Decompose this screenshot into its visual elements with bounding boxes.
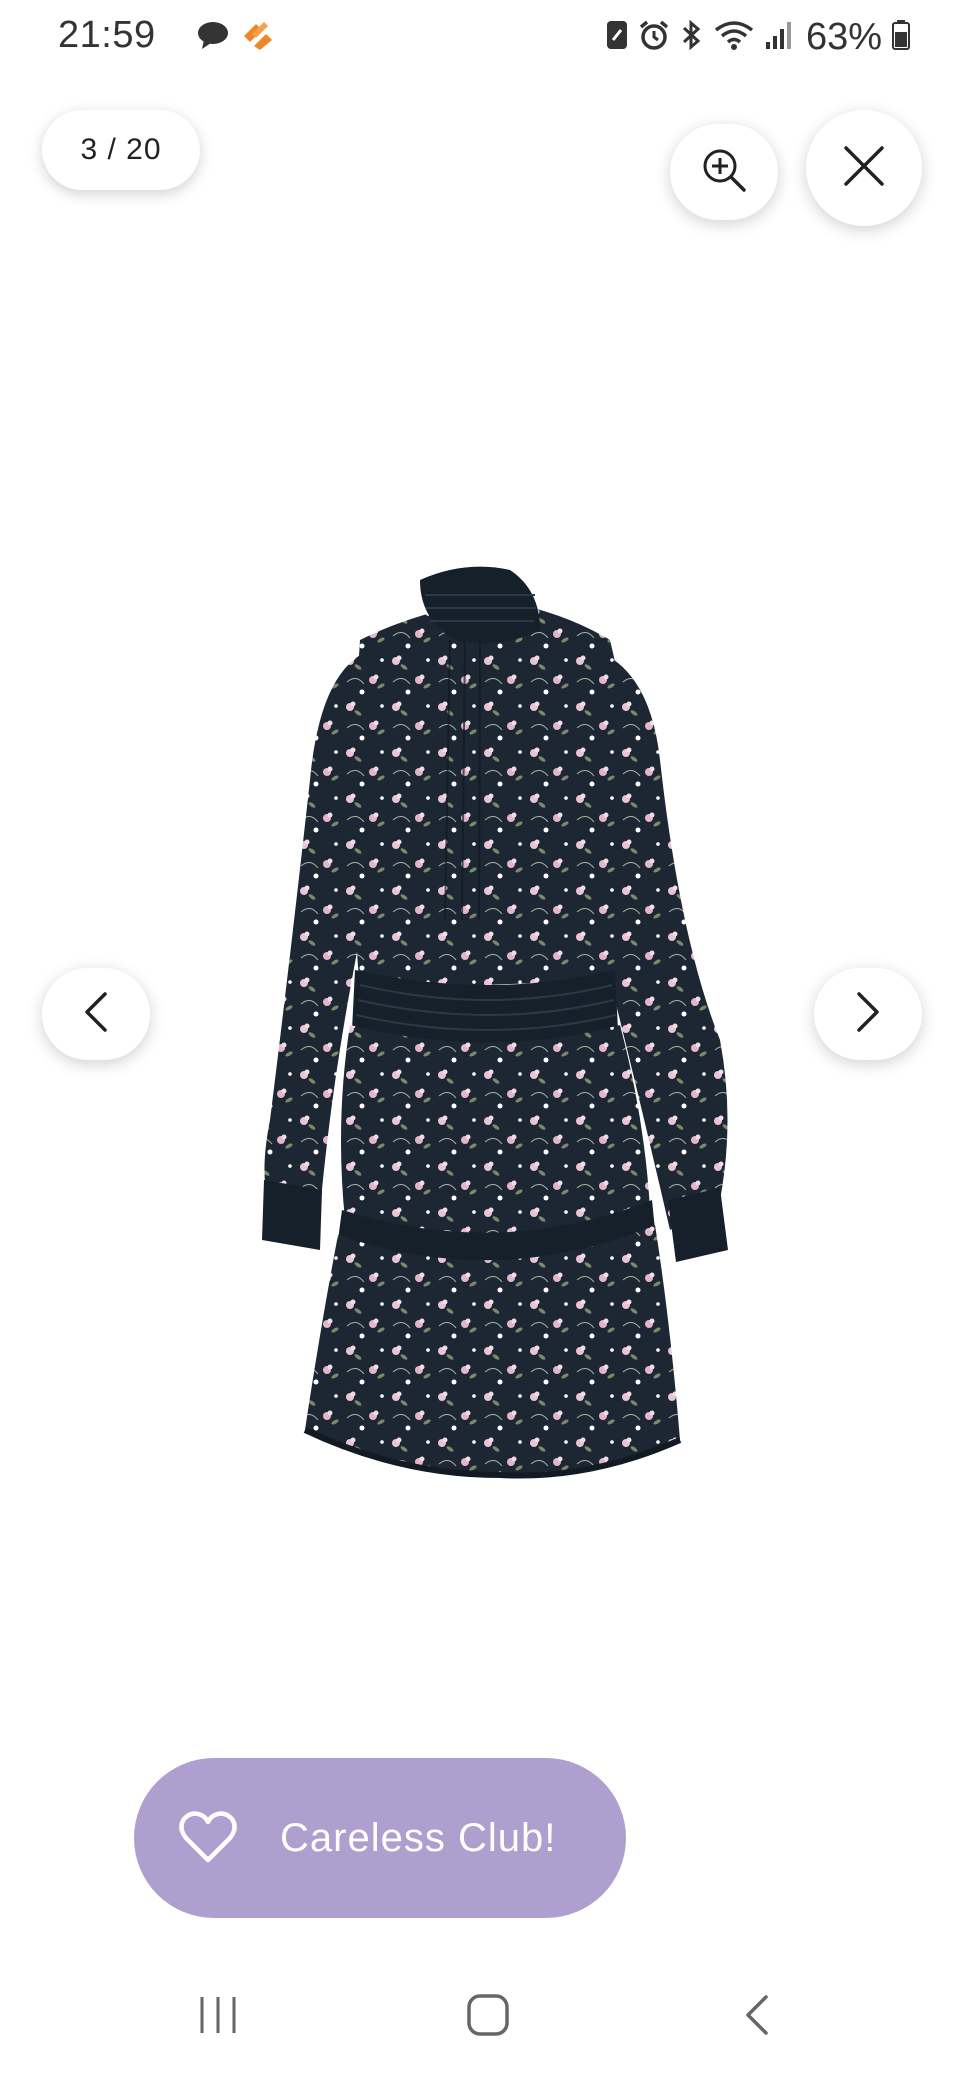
alarm-icon <box>638 19 670 56</box>
zoom-in-icon <box>701 147 747 198</box>
image-counter: 3 / 20 <box>42 110 200 190</box>
status-left-icons <box>196 20 276 55</box>
product-image[interactable] <box>250 560 770 1480</box>
status-bar: 21:59 63% <box>0 0 960 76</box>
app-logo-icon <box>240 20 276 55</box>
back-icon <box>736 1993 780 2042</box>
home-icon <box>466 1993 510 2042</box>
floral-dress-illustration <box>262 566 728 1479</box>
navigation-bar <box>0 1960 960 2080</box>
next-image-button[interactable] <box>814 968 922 1060</box>
chat-bubble-icon <box>196 20 230 55</box>
battery-percent: 63% <box>805 16 882 58</box>
close-button[interactable] <box>806 110 922 226</box>
status-right-icons: 63% <box>606 16 910 59</box>
chevron-right-icon <box>853 990 883 1039</box>
battery-icon <box>892 20 910 55</box>
close-icon <box>842 144 886 193</box>
previous-image-button[interactable] <box>42 968 150 1060</box>
signal-icon <box>764 20 792 55</box>
status-time: 21:59 <box>58 14 156 56</box>
home-button[interactable] <box>448 1982 528 2052</box>
careless-club-button[interactable]: Careless Club! <box>134 1758 626 1918</box>
zoom-button[interactable] <box>670 124 778 220</box>
wifi-icon <box>714 20 754 55</box>
bluetooth-icon <box>680 19 704 56</box>
recent-apps-icon <box>196 1993 240 2042</box>
nfc-icon <box>606 20 628 55</box>
back-button[interactable] <box>718 1982 798 2052</box>
recent-apps-button[interactable] <box>178 1982 258 2052</box>
heart-icon <box>178 1808 238 1868</box>
app-screen: 21:59 63% 3 / 20 Careless Club! <box>0 0 960 2080</box>
careless-club-label: Careless Club! <box>280 1816 557 1860</box>
chevron-left-icon <box>81 990 111 1039</box>
